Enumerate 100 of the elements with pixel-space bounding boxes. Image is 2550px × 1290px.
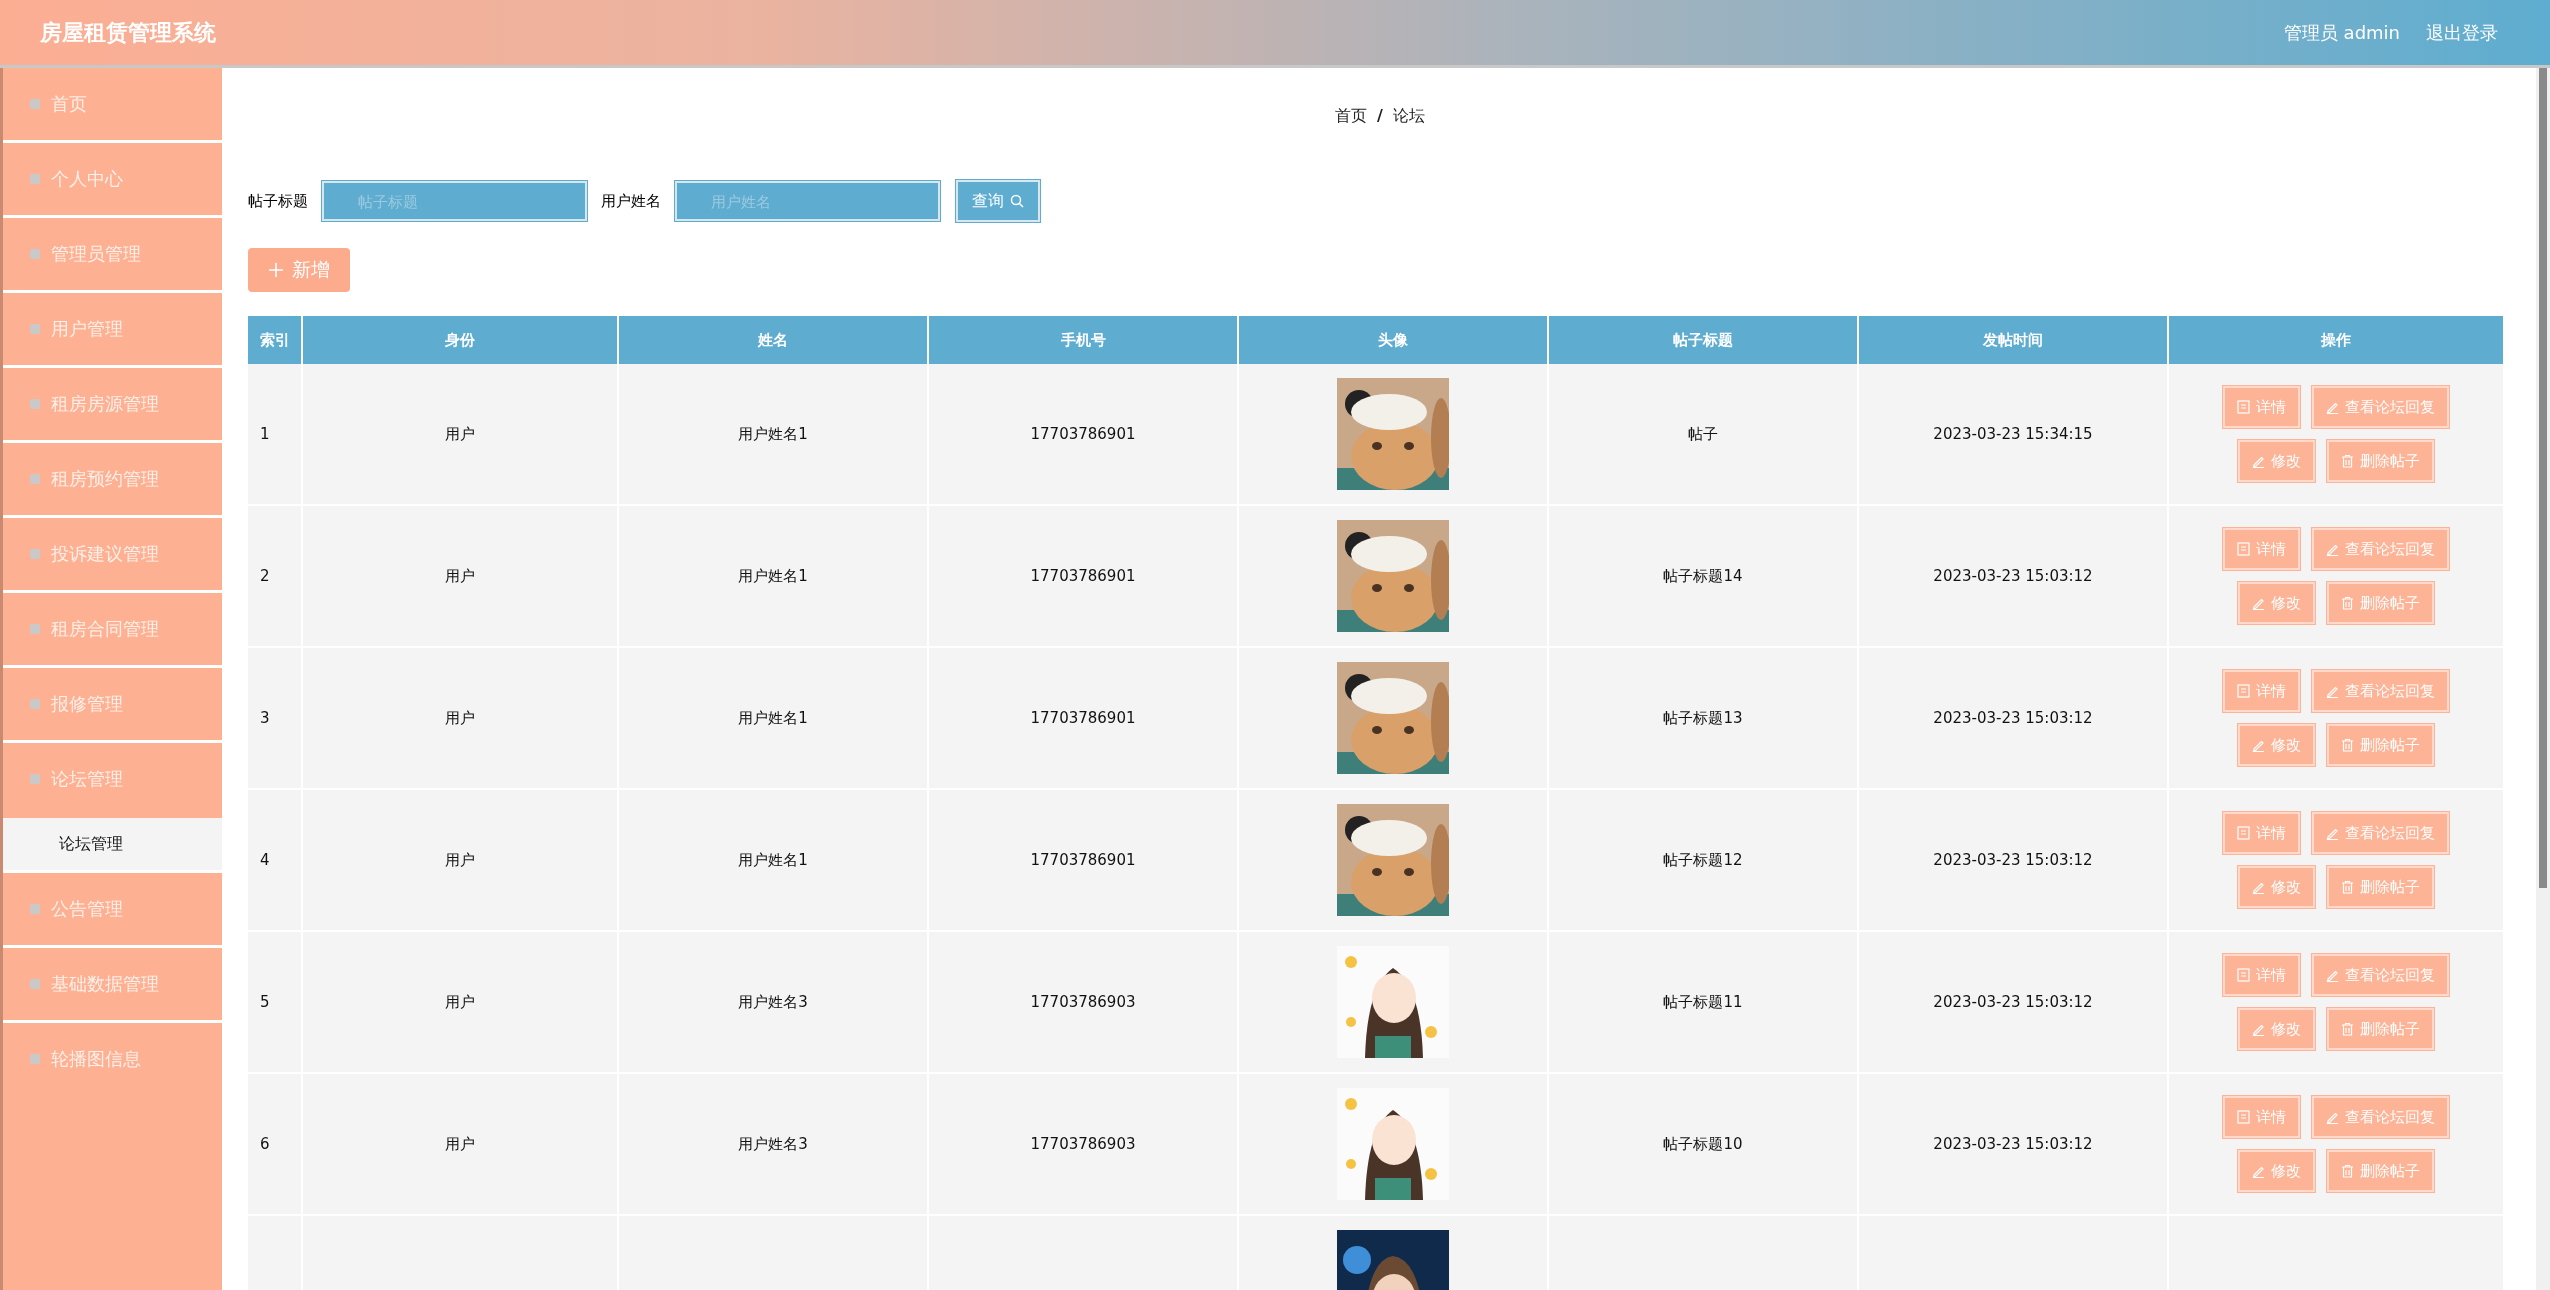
action-button[interactable]: 详情 bbox=[2223, 670, 2300, 712]
pencil-icon bbox=[2252, 738, 2265, 752]
table-cell: 用户姓名1 bbox=[619, 648, 929, 788]
field-label: 用户姓名 bbox=[601, 191, 661, 211]
action-button[interactable]: 查看论坛回复 bbox=[2312, 386, 2449, 428]
action-button[interactable]: 查看论坛回复 bbox=[2312, 1096, 2449, 1138]
table-cell: 用户姓名1 bbox=[619, 506, 929, 646]
document-icon bbox=[2237, 542, 2250, 556]
column-header: 头像 bbox=[1239, 316, 1549, 364]
action-button[interactable]: 详情 bbox=[2223, 386, 2300, 428]
logout-link[interactable]: 退出登录 bbox=[2426, 20, 2498, 45]
action-button[interactable]: 修改 bbox=[2238, 866, 2315, 908]
action-button[interactable]: 修改 bbox=[2238, 724, 2315, 766]
square-icon bbox=[29, 323, 41, 335]
action-button[interactable]: 查看论坛回复 bbox=[2312, 812, 2449, 854]
action-button[interactable]: 删除帖子 bbox=[2327, 724, 2434, 766]
table-cell: 2 bbox=[248, 506, 303, 646]
scrollbar[interactable] bbox=[2536, 68, 2550, 1290]
action-button[interactable]: 删除帖子 bbox=[2327, 1008, 2434, 1050]
action-button[interactable]: 详情 bbox=[2223, 528, 2300, 570]
pencil-icon bbox=[2326, 968, 2339, 982]
trash-icon bbox=[2341, 880, 2354, 894]
trash-icon bbox=[2341, 596, 2354, 610]
table-cell: 用户 bbox=[303, 1074, 619, 1214]
document-icon bbox=[2237, 400, 2250, 414]
table-cell: 用户 bbox=[303, 648, 619, 788]
search-icon bbox=[1010, 194, 1024, 208]
table-cell: 2023-03-23 15:03:12 bbox=[1859, 790, 2169, 930]
document-icon bbox=[2237, 826, 2250, 840]
pencil-icon bbox=[2326, 684, 2339, 698]
breadcrumb-separator: / bbox=[1377, 106, 1383, 127]
pencil-icon bbox=[2252, 1164, 2265, 1178]
trash-icon bbox=[2341, 738, 2354, 752]
breadcrumb-current: 论坛 bbox=[1392, 106, 1425, 127]
table-cell: 6 bbox=[248, 1074, 303, 1214]
table-cell: 3 bbox=[248, 648, 303, 788]
square-icon bbox=[29, 98, 41, 110]
pencil-icon bbox=[2252, 1022, 2265, 1036]
square-icon bbox=[29, 248, 41, 260]
table-cell: 2023-03-23 15:03:12 bbox=[1859, 1074, 2169, 1214]
square-icon bbox=[29, 398, 41, 410]
table-cell: 17703786901 bbox=[929, 364, 1239, 504]
table-cell: 用户 bbox=[303, 506, 619, 646]
user-label: 管理员 admin bbox=[2283, 20, 2400, 45]
action-button[interactable]: 查看论坛回复 bbox=[2312, 528, 2449, 570]
add-button[interactable]: 新增 bbox=[248, 248, 350, 292]
square-icon bbox=[29, 773, 41, 785]
table-cell: 17703786901 bbox=[929, 790, 1239, 930]
breadcrumb-link[interactable]: 首页 bbox=[1335, 106, 1368, 148]
column-header: 索引 bbox=[248, 316, 303, 364]
table-cell: 用户姓名1 bbox=[619, 790, 929, 930]
action-button[interactable]: 详情 bbox=[2223, 812, 2300, 854]
table-cell: 4 bbox=[248, 790, 303, 930]
column-header: 帖子标题 bbox=[1549, 316, 1859, 364]
search-field[interactable]: 帖子标题 bbox=[322, 181, 587, 221]
table-cell: 帖子 bbox=[1549, 364, 1859, 504]
table-cell: 2023-03-23 15:34:15 bbox=[1859, 364, 2169, 504]
square-icon bbox=[29, 623, 41, 635]
sidebar-subitem[interactable]: 论坛管理 bbox=[3, 818, 222, 870]
table-cell: 用户 bbox=[303, 364, 619, 504]
table-cell: 用户姓名1 bbox=[619, 364, 929, 504]
column-header: 姓名 bbox=[619, 316, 929, 364]
action-button[interactable]: 修改 bbox=[2238, 1150, 2315, 1192]
table-cell: 2023-03-23 15:03:12 bbox=[1859, 648, 2169, 788]
action-button[interactable]: 详情 bbox=[2223, 1096, 2300, 1138]
table-cell: 帖子标题14 bbox=[1549, 506, 1859, 646]
trash-icon bbox=[2341, 454, 2354, 468]
pencil-icon bbox=[2252, 454, 2265, 468]
search-button[interactable]: 查询 bbox=[956, 180, 1040, 222]
table-cell: 用户姓名3 bbox=[619, 932, 929, 1072]
pencil-icon bbox=[2326, 400, 2339, 414]
action-button[interactable]: 删除帖子 bbox=[2327, 440, 2434, 482]
action-button[interactable]: 修改 bbox=[2238, 582, 2315, 624]
square-icon bbox=[29, 978, 41, 990]
table-cell: 2023-03-23 15:03:12 bbox=[1859, 506, 2169, 646]
pencil-icon bbox=[2326, 542, 2339, 556]
table-cell: 用户 bbox=[303, 932, 619, 1072]
plus-icon bbox=[268, 262, 284, 278]
action-button[interactable]: 详情 bbox=[2223, 954, 2300, 996]
action-button[interactable]: 删除帖子 bbox=[2327, 1150, 2434, 1192]
table-cell: 17703786901 bbox=[929, 506, 1239, 646]
document-icon bbox=[2237, 684, 2250, 698]
document-icon bbox=[2237, 968, 2250, 982]
table-cell: 17703786903 bbox=[929, 932, 1239, 1072]
table-cell: 17703786903 bbox=[929, 1074, 1239, 1214]
action-button[interactable]: 查看论坛回复 bbox=[2312, 954, 2449, 996]
square-icon bbox=[29, 1053, 41, 1065]
document-icon bbox=[2237, 1110, 2250, 1124]
action-button[interactable]: 修改 bbox=[2238, 1008, 2315, 1050]
action-button[interactable]: 修改 bbox=[2238, 440, 2315, 482]
action-button[interactable]: 删除帖子 bbox=[2327, 582, 2434, 624]
action-button[interactable]: 查看论坛回复 bbox=[2312, 670, 2449, 712]
table-cell: 5 bbox=[248, 932, 303, 1072]
action-button[interactable]: 删除帖子 bbox=[2327, 866, 2434, 908]
table-cell: 用户 bbox=[303, 790, 619, 930]
table-cell: 2023-03-23 15:03:12 bbox=[1859, 932, 2169, 1072]
column-header: 发帖时间 bbox=[1859, 316, 2169, 364]
search-field[interactable]: 用户姓名 bbox=[675, 181, 940, 221]
trash-icon bbox=[2341, 1164, 2354, 1178]
pencil-icon bbox=[2326, 826, 2339, 840]
